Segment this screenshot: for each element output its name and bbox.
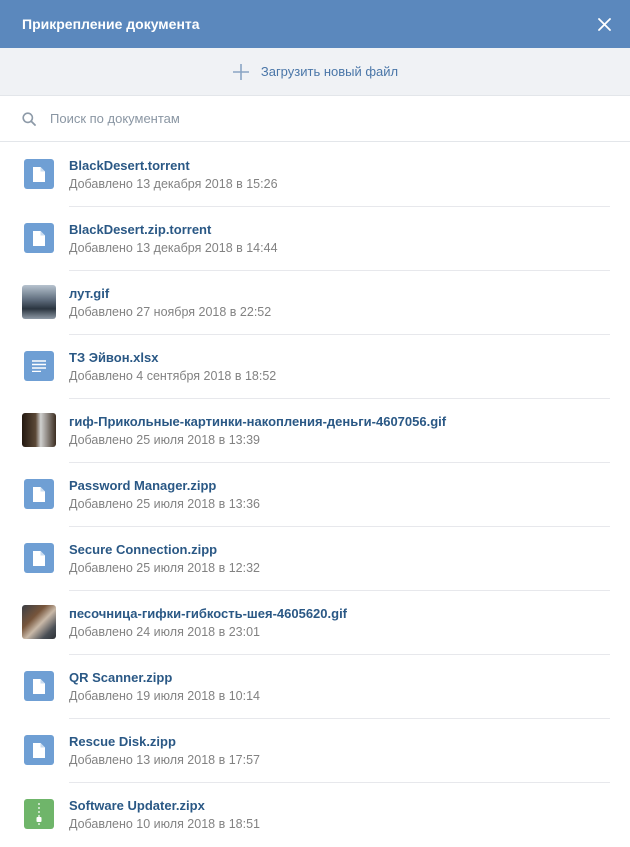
document-date: Добавлено 25 июля 2018 в 13:39 bbox=[69, 432, 260, 447]
search-bar bbox=[0, 96, 630, 142]
list-item[interactable]: BlackDesert.zip.torrent Добавлено 13 дек… bbox=[0, 206, 630, 270]
plus-icon bbox=[232, 63, 250, 81]
document-date: Добавлено 13 июля 2018 в 17:57 bbox=[69, 752, 260, 767]
list-item[interactable]: Software Updater.zipx Добавлено 10 июля … bbox=[0, 782, 630, 846]
modal-header: Прикрепление документа bbox=[0, 0, 630, 48]
archive-icon bbox=[24, 799, 54, 829]
image-thumbnail bbox=[22, 605, 56, 639]
document-icon bbox=[24, 479, 54, 509]
list-item[interactable]: Secure Connection.zipp Добавлено 25 июля… bbox=[0, 526, 630, 590]
upload-label: Загрузить новый файл bbox=[260, 64, 399, 79]
search-input[interactable] bbox=[50, 111, 550, 126]
list-item[interactable]: песочница-гифки-гибкость-шея-4605620.gif… bbox=[0, 590, 630, 654]
text-document-icon bbox=[24, 351, 54, 381]
document-name[interactable]: лут.gif bbox=[69, 286, 271, 301]
modal-title: Прикрепление документа bbox=[22, 16, 200, 32]
document-date: Добавлено 27 ноября 2018 в 22:52 bbox=[69, 304, 272, 319]
document-name[interactable]: гиф-Прикольные-картинки-накопления-деньг… bbox=[69, 414, 446, 429]
document-date: Добавлено 13 декабря 2018 в 14:44 bbox=[69, 240, 278, 255]
document-icon bbox=[24, 671, 54, 701]
upload-new-file-button[interactable]: Загрузить новый файл bbox=[0, 48, 630, 96]
document-icon bbox=[24, 543, 54, 573]
document-name[interactable]: ТЗ Эйвон.xlsx bbox=[69, 350, 276, 365]
close-icon[interactable] bbox=[595, 15, 613, 33]
search-icon bbox=[22, 111, 36, 126]
image-thumbnail bbox=[22, 285, 56, 319]
list-item[interactable]: ТЗ Эйвон.xlsx Добавлено 4 сентября 2018 … bbox=[0, 334, 630, 398]
document-date: Добавлено 25 июля 2018 в 12:32 bbox=[69, 560, 260, 575]
document-date: Добавлено 19 июля 2018 в 10:14 bbox=[69, 688, 260, 703]
document-name[interactable]: QR Scanner.zipp bbox=[69, 670, 260, 685]
document-icon bbox=[24, 735, 54, 765]
list-item[interactable]: лут.gif Добавлено 27 ноября 2018 в 22:52 bbox=[0, 270, 630, 334]
document-date: Добавлено 13 декабря 2018 в 15:26 bbox=[69, 176, 278, 191]
document-icon bbox=[24, 159, 54, 189]
document-date: Добавлено 25 июля 2018 в 13:36 bbox=[69, 496, 260, 511]
document-date: Добавлено 24 июля 2018 в 23:01 bbox=[69, 624, 260, 639]
document-name[interactable]: песочница-гифки-гибкость-шея-4605620.gif bbox=[69, 606, 347, 621]
document-name[interactable]: BlackDesert.zip.torrent bbox=[69, 222, 278, 237]
list-item[interactable]: гиф-Прикольные-картинки-накопления-деньг… bbox=[0, 398, 630, 462]
list-item[interactable]: Password Manager.zipp Добавлено 25 июля … bbox=[0, 462, 630, 526]
document-name[interactable]: Secure Connection.zipp bbox=[69, 542, 260, 557]
document-name[interactable]: BlackDesert.torrent bbox=[69, 158, 278, 173]
list-item[interactable]: BlackDesert.torrent Добавлено 13 декабря… bbox=[0, 142, 630, 206]
documents-list: BlackDesert.torrent Добавлено 13 декабря… bbox=[0, 142, 630, 846]
document-name[interactable]: Software Updater.zipx bbox=[69, 798, 260, 813]
list-item[interactable]: QR Scanner.zipp Добавлено 19 июля 2018 в… bbox=[0, 654, 630, 718]
document-date: Добавлено 4 сентября 2018 в 18:52 bbox=[69, 368, 277, 383]
document-name[interactable]: Password Manager.zipp bbox=[69, 478, 260, 493]
list-item[interactable]: Rescue Disk.zipp Добавлено 13 июля 2018 … bbox=[0, 718, 630, 782]
image-thumbnail bbox=[22, 413, 56, 447]
document-icon bbox=[24, 223, 54, 253]
document-name[interactable]: Rescue Disk.zipp bbox=[69, 734, 260, 749]
document-date: Добавлено 10 июля 2018 в 18:51 bbox=[69, 816, 260, 831]
